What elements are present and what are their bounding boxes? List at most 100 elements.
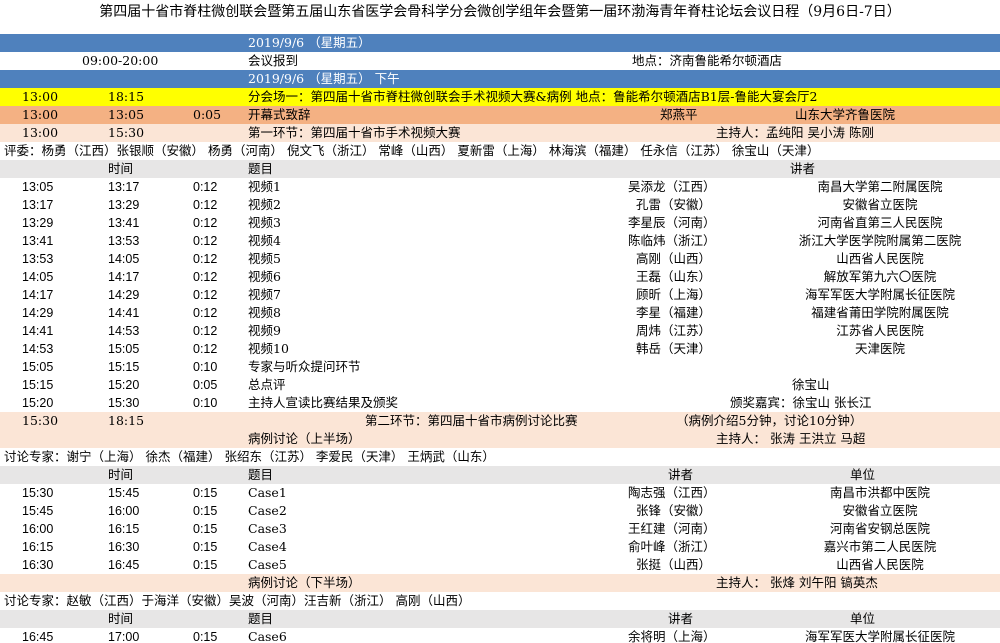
cell-text: 09:00-20:00 [82,53,159,68]
section-row: 15:30 18:15 第二环节：第四届十省市病例讨论比赛 （病例介绍5分钟，讨论10… [0,412,1000,430]
schedule-row: 15:20 15:30 0:10 主持人宣读比赛结果及颁奖 颁奖嘉宾：徐宝山 张长江 [0,394,1000,412]
cell-text: 顾昕（上海） [636,287,712,302]
cell-text: 江苏省人民医院 [836,323,924,338]
cell-text: 14:41 [22,324,54,338]
cell-text: 韩岳（天津） [636,341,712,356]
cell-text: 海军军医大学附属长征医院 [804,629,955,643]
date-header-row: 2019/9/6 （星期五） 下午 [0,70,1000,88]
cell-text: 山东大学齐鲁医院 [795,107,896,122]
cell-text: 嘉兴市第二人民医院 [823,539,937,554]
cell-text: 15:30 [22,486,54,500]
cell-text: 16:45 [22,630,54,643]
cell-text: 13:41 [22,234,54,248]
cell-text: 讲者 [668,467,694,482]
cell-text: 13:00 [22,125,59,140]
schedule-row: 13:53 14:05 0:12 视频5 高刚（山西） 山西省人民医院 [0,250,1000,268]
cell-text: 题目 [248,611,274,626]
cell-text: 16:15 [108,522,140,536]
cell-text: 16:30 [108,540,140,554]
schedule-row: 09:00-20:00 会议报到 地点：济南鲁能希尔顿酒店 [0,52,1000,70]
cell-text: 病例讨论（上半场） [248,431,361,446]
cell-text: 视频9 [248,323,281,338]
cell-text: 主持人： 张涛 王洪立 马超 [716,431,866,446]
cell-text: （病例介绍5分钟，讨论10分钟） [676,413,863,428]
schedule-row: 讨论专家：谢宁（上海） 徐杰（福建） 张绍东（江苏） 李爱民（天津） 王炳武（山… [0,448,1000,466]
cell-text: 时间 [108,611,134,626]
cell-text: 14:17 [108,270,140,284]
cell-text: 0:10 [193,360,218,374]
cell-text: 陈临炜（浙江） [628,233,716,248]
cell-text: Case2 [248,503,287,518]
schedule-row: 13:41 13:53 0:12 视频4 陈临炜（浙江） 浙江大学医学院附属第二医院 [0,232,1000,250]
cell-text: 15:05 [108,342,140,356]
cell-text: 第一环节：第四届十省市手术视频大赛 [248,125,461,140]
schedule-row: 15:15 15:20 0:05 总点评 徐宝山 [0,376,1000,394]
cell-text: 解放军第九六〇医院 [823,269,937,284]
cell-text: 0:12 [193,180,218,194]
cell-text: 16:00 [22,522,54,536]
cell-text: Case3 [248,521,287,536]
cell-text: 15:20 [22,396,54,410]
schedule-row: 13:05 13:17 0:12 视频1 吴添龙（江西） 南昌大学第二附属医院 [0,178,1000,196]
cell-text: 专家与听众提问环节 [248,359,361,374]
cell-text: 南昌大学第二附属医院 [817,179,943,194]
cell-text: 陶志强（江西） [628,485,716,500]
cell-text: 2019/9/6 （星期五） [248,35,371,50]
cell-text: 0:12 [193,270,218,284]
cell-text: 15:45 [108,486,140,500]
cell-text: 单位 [850,467,876,482]
cell-text: 福建省莆田学院附属医院 [811,305,949,320]
column-header-row: 时间 题目 讲者 [0,160,1000,178]
cell-text: 0:12 [193,288,218,302]
section-row: 病例讨论（下半场） 主持人： 张烽 刘午阳 镐英杰 [0,574,1000,592]
cell-text: 时间 [108,161,134,176]
cell-text: 0:12 [193,324,218,338]
opening-row: 13:00 13:05 0:05 开幕式致辞 郑燕平 山东大学齐鲁医院 [0,106,1000,124]
schedule-row: 13:29 13:41 0:12 视频3 李星辰（河南） 河南省直第三人民医院 [0,214,1000,232]
cell-text: 13:00 [22,107,59,122]
cell-text: 0:12 [193,198,218,212]
cell-text: 0:12 [193,216,218,230]
schedule-row: 15:45 16:00 0:15 Case2 张锋（安徽） 安徽省立医院 [0,502,1000,520]
cell-text: 13:05 [108,107,145,122]
cell-text: 13:53 [22,252,54,266]
schedule-row: 16:45 17:00 0:15 Case6 余将明（上海） 海军军医大学附属长征医院 [0,628,1000,643]
cell-text: 15:30 [108,396,140,410]
schedule-row: 14:53 15:05 0:12 视频10 韩岳（天津） 天津医院 [0,340,1000,358]
cell-text: 13:29 [108,198,140,212]
schedule-row: 16:00 16:15 0:15 Case3 王红建（河南） 河南省安钢总医院 [0,520,1000,538]
cell-text: 15:20 [108,378,140,392]
schedule-page: 第四届十省市脊柱微创联会暨第五届山东省医学会骨科学分会微创学组年会暨第一届环渤海… [0,0,1000,643]
cell-text: 13:00 [22,89,59,104]
cell-text: Case1 [248,485,287,500]
cell-text: 0:15 [193,504,218,518]
cell-text: 15:15 [108,360,140,374]
column-header-row: 时间 题目 讲者 单位 [0,610,1000,628]
cell-text: 视频2 [248,197,281,212]
column-header-row: 时间 题目 讲者 单位 [0,466,1000,484]
cell-text: 13:29 [22,216,54,230]
section-row: 13:00 15:30 第一环节：第四届十省市手术视频大赛 主持人：孟纯阳 吴小涛 陈… [0,124,1000,142]
cell-text: 时间 [108,467,134,482]
cell-text: 0:15 [193,522,218,536]
cell-text: 主持人宣读比赛结果及颁奖 [248,395,399,410]
cell-text: 14:29 [108,288,140,302]
cell-text: Case4 [248,539,287,554]
cell-text: 13:17 [108,180,140,194]
schedule-row: 14:05 14:17 0:12 视频6 王磊（山东） 解放军第九六〇医院 [0,268,1000,286]
cell-text: 讨论专家：谢宁（上海） 徐杰（福建） 张绍东（江苏） 李爱民（天津） 王炳武（山… [4,449,495,464]
cell-text: 第二环节：第四届十省市病例讨论比赛 [365,413,578,428]
cell-text: 视频6 [248,269,281,284]
cell-text: 0:12 [193,306,218,320]
cell-text: 河南省直第三人民医院 [817,215,943,230]
cell-text: 海军军医大学附属长征医院 [804,287,955,302]
cell-text: 0:05 [193,378,218,392]
cell-text: 15:45 [22,504,54,518]
cell-text: 视频8 [248,305,281,320]
schedule-row: 13:17 13:29 0:12 视频2 孔雷（安徽） 安徽省立医院 [0,196,1000,214]
cell-text: Case5 [248,557,287,572]
cell-text: 主持人： 张烽 刘午阳 镐英杰 [716,575,878,590]
cell-text: 18:15 [108,413,145,428]
cell-text: 王红建（河南） [628,521,716,536]
cell-text: 总点评 [248,377,286,392]
